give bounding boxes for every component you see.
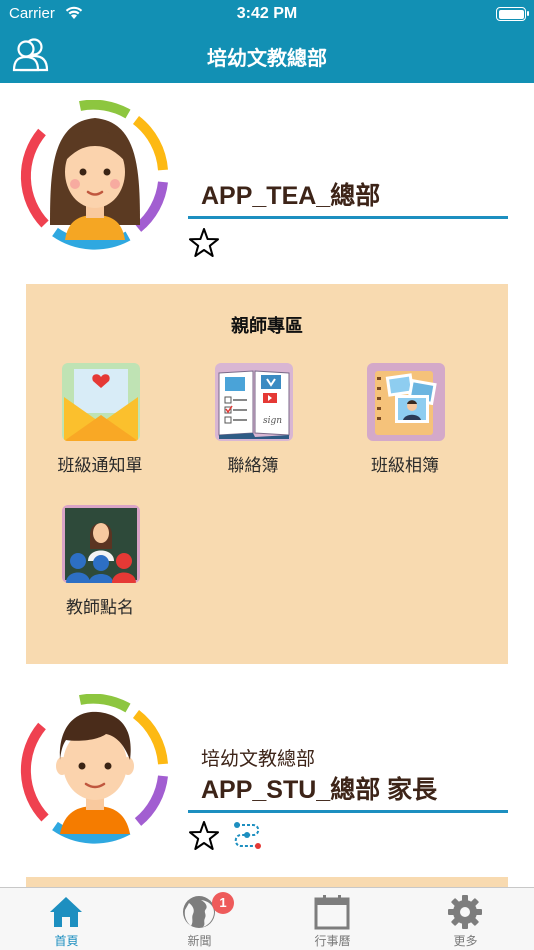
parent-teacher-panel: 親師專區 班級通知單 sign 聯絡簿 班級相簿 教師點名 (26, 284, 508, 664)
news-badge: 1 (212, 892, 234, 914)
gear-icon (448, 895, 482, 929)
tab-more[interactable]: 更多 (399, 888, 532, 950)
class-notice-label: 班級通知單 (57, 456, 143, 476)
nav-header: Carrier 3:42 PM 培幼文教總部 (0, 0, 534, 83)
tab-home-label: 首頁 (54, 934, 79, 948)
calendar-icon (314, 895, 350, 930)
contact-book-icon: sign (215, 363, 293, 441)
tab-calendar[interactable]: 行事曆 (266, 888, 399, 950)
panel-title: 親師專區 (231, 316, 303, 337)
teacher-avatar (20, 100, 168, 250)
contact-book-tile[interactable]: sign 聯絡簿 (183, 363, 323, 483)
class-album-tile[interactable]: 班級相簿 (335, 363, 475, 483)
roll-call-icon (62, 505, 140, 583)
photo-album-icon (367, 363, 445, 441)
student-profile-org: 培幼文教總部 (201, 748, 316, 770)
class-album-label: 班級相簿 (371, 456, 439, 476)
teacher-name-underline (188, 216, 508, 219)
student-profile-name: APP_STU_總部 家長 (201, 776, 438, 804)
route-switch-icon[interactable] (231, 820, 263, 852)
tab-news[interactable]: 新聞 (133, 888, 266, 950)
student-name-underline (188, 810, 508, 813)
page-title: 培幼文教總部 (207, 46, 327, 70)
tab-home[interactable]: 首頁 (0, 888, 133, 950)
contact-book-label: 聯絡簿 (227, 456, 279, 476)
student-favorite-star-icon[interactable] (188, 820, 220, 852)
svg-text:sign: sign (263, 416, 282, 426)
roll-call-label: 教師點名 (66, 598, 134, 618)
teacher-favorite-star-icon[interactable] (188, 227, 220, 259)
clock: 3:42 PM (236, 5, 298, 22)
tab-bar: 首頁 新聞 1 行事曆 更多 (0, 887, 534, 950)
student-avatar (20, 694, 168, 844)
class-notice-tile[interactable]: 班級通知單 (30, 363, 170, 483)
status-bar: Carrier 3:42 PM (0, 0, 534, 28)
notice-envelope-icon (62, 363, 140, 441)
battery-icon (496, 7, 529, 21)
tab-news-label: 新聞 (187, 934, 212, 948)
home-icon (50, 897, 82, 927)
teacher-profile-name: APP_TEA_總部 (201, 182, 381, 210)
tab-more-label: 更多 (453, 934, 478, 948)
tab-calendar-label: 行事曆 (314, 934, 351, 948)
roll-call-tile[interactable]: 教師點名 (30, 505, 170, 625)
